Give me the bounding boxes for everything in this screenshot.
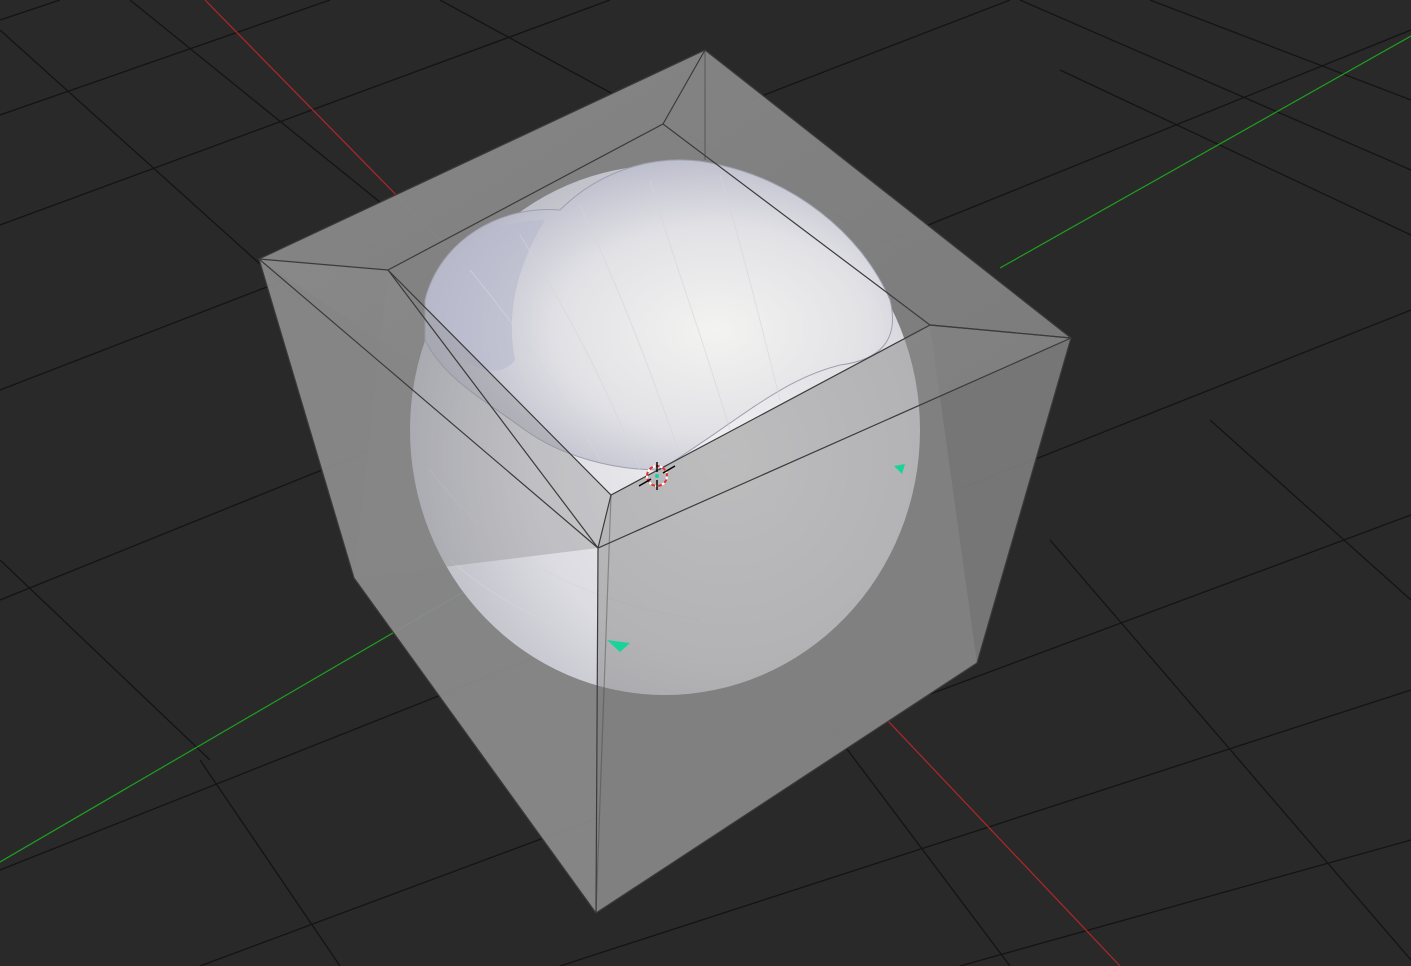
3d-viewport[interactable] (0, 0, 1411, 966)
viewport-canvas[interactable] (0, 0, 1411, 966)
